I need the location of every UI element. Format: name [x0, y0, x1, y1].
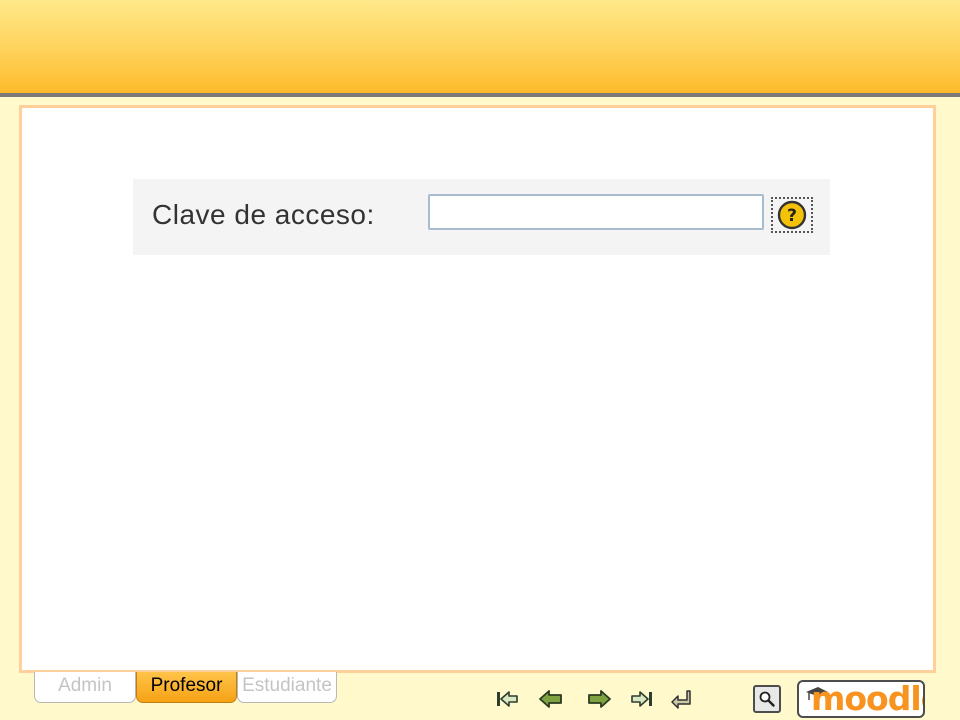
tab-estudiante[interactable]: Estudiante [237, 672, 337, 703]
first-icon [497, 691, 518, 707]
previous-icon [539, 690, 562, 708]
svg-text:?: ? [787, 206, 797, 226]
return-icon [671, 690, 691, 709]
last-icon [631, 691, 652, 707]
nav-first-button[interactable] [490, 683, 524, 715]
access-key-form-row: Clave de acceso: ? [133, 179, 830, 255]
nav-next-button[interactable] [582, 683, 616, 715]
search-icon [759, 691, 775, 707]
moodle-logo-text: moodle [811, 680, 923, 718]
content-frame: Clave de acceso: ? [19, 105, 936, 673]
nav-last-button[interactable] [625, 683, 659, 715]
moodle-logo[interactable]: moodle [797, 680, 925, 718]
tab-profesor[interactable]: Profesor [136, 672, 237, 703]
search-button[interactable] [753, 685, 781, 713]
next-icon [588, 690, 611, 708]
top-divider [0, 93, 960, 97]
access-key-input[interactable] [428, 194, 764, 230]
top-banner [0, 0, 960, 93]
access-key-label: Clave de acceso: [152, 199, 375, 230]
nav-return-button[interactable] [664, 683, 698, 715]
tab-admin[interactable]: Admin [34, 672, 136, 703]
nav-previous-button[interactable] [534, 683, 568, 715]
help-icon: ? [777, 200, 807, 230]
help-button[interactable]: ? [771, 197, 813, 233]
